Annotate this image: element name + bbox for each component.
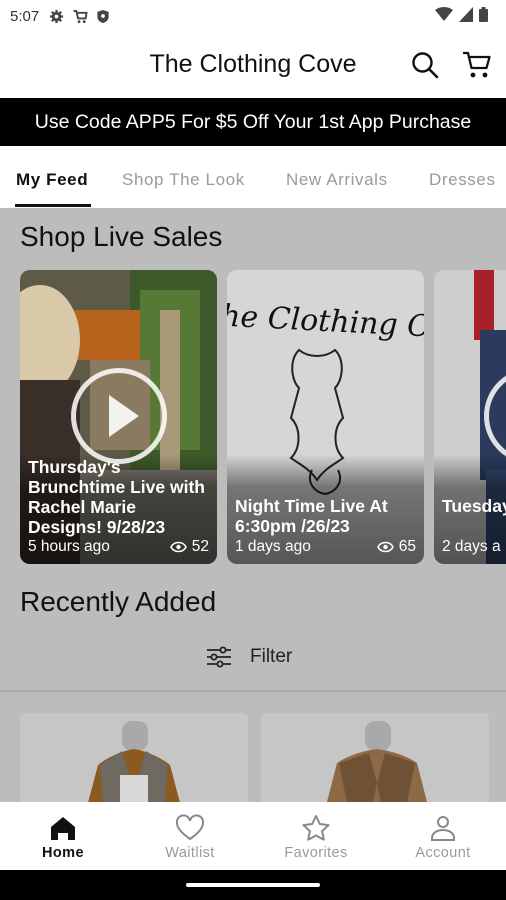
card-meta: 1 days ago 65: [235, 538, 416, 556]
bottom-nav: Home Waitlist Favorites Account: [0, 802, 506, 870]
app-header: The Clothing Cove: [0, 32, 506, 98]
promo-text: Use Code APP5 For $5 Off Your 1st App Pu…: [34, 110, 472, 133]
tab-dresses[interactable]: Dresses: [429, 170, 496, 190]
filter-button[interactable]: Filter: [206, 642, 292, 672]
home-indicator[interactable]: [186, 883, 320, 887]
live-sale-card[interactable]: he Clothing Cov Night Time Live At 6:30p…: [227, 270, 424, 564]
system-nav-bar: [0, 870, 506, 900]
filter-sliders-icon: [207, 646, 231, 668]
settings-icon: [50, 9, 64, 23]
nav-favorites[interactable]: Favorites: [253, 802, 379, 870]
nav-home-label: Home: [42, 845, 84, 861]
card-time: 5 hours ago: [28, 538, 110, 555]
tab-my-feed[interactable]: My Feed: [16, 170, 88, 190]
recently-added-title: Recently Added: [20, 586, 217, 617]
nav-home[interactable]: Home: [0, 802, 126, 870]
nav-waitlist-label: Waitlist: [165, 845, 215, 861]
card-meta: 5 hours ago 52: [28, 538, 209, 556]
tab-new-arrivals[interactable]: New Arrivals: [286, 170, 388, 190]
card-time: 1 days ago: [235, 538, 311, 555]
live-sales-title: Shop Live Sales: [20, 221, 223, 252]
live-sale-card[interactable]: Tuesday Live! 9/ 2 days a: [434, 270, 506, 564]
search-button[interactable]: [410, 50, 440, 80]
battery-icon: [479, 7, 488, 22]
active-tab-indicator: [15, 204, 91, 207]
nav-account[interactable]: Account: [380, 802, 506, 870]
card-meta: 2 days a: [442, 538, 501, 556]
person-icon: [431, 816, 455, 841]
wifi-icon: [435, 7, 453, 21]
eye-icon: [169, 541, 187, 553]
card-views: 65: [398, 538, 416, 555]
live-sale-card[interactable]: Thursday's Brunchtime Live with Rachel M…: [20, 270, 217, 564]
cart-button[interactable]: [461, 50, 493, 80]
cart-icon: [463, 51, 491, 78]
status-bar: 5:07: [0, 0, 506, 32]
play-icon: [109, 395, 139, 437]
status-time: 5:07: [10, 7, 40, 25]
section-divider: [0, 690, 506, 692]
card-title: Night Time Live At 6:30pm /26/23: [235, 496, 388, 536]
play-button[interactable]: [71, 368, 167, 464]
heart-icon: [175, 814, 205, 841]
cart-notification-icon: [73, 9, 88, 23]
tab-shop-the-look[interactable]: Shop The Look: [122, 170, 245, 190]
eye-icon: [376, 541, 394, 553]
nav-favorites-label: Favorites: [284, 845, 348, 861]
signal-icon: [459, 7, 473, 22]
nav-account-label: Account: [415, 845, 471, 861]
filter-label: Filter: [250, 646, 293, 667]
card-title: Tuesday Live! 9/: [442, 496, 506, 516]
card-time: 2 days a: [442, 538, 501, 555]
card-title: Thursday's Brunchtime Live with Rachel M…: [28, 457, 205, 537]
search-icon: [412, 52, 439, 79]
nav-waitlist[interactable]: Waitlist: [127, 802, 253, 870]
home-icon: [51, 817, 75, 840]
promo-banner[interactable]: Use Code APP5 For $5 Off Your 1st App Pu…: [0, 98, 506, 146]
card-views: 52: [191, 538, 209, 555]
shield-icon: [97, 9, 109, 23]
category-tabs: My Feed Shop The Look New Arrivals Dress…: [0, 146, 506, 208]
star-icon: [302, 815, 330, 841]
